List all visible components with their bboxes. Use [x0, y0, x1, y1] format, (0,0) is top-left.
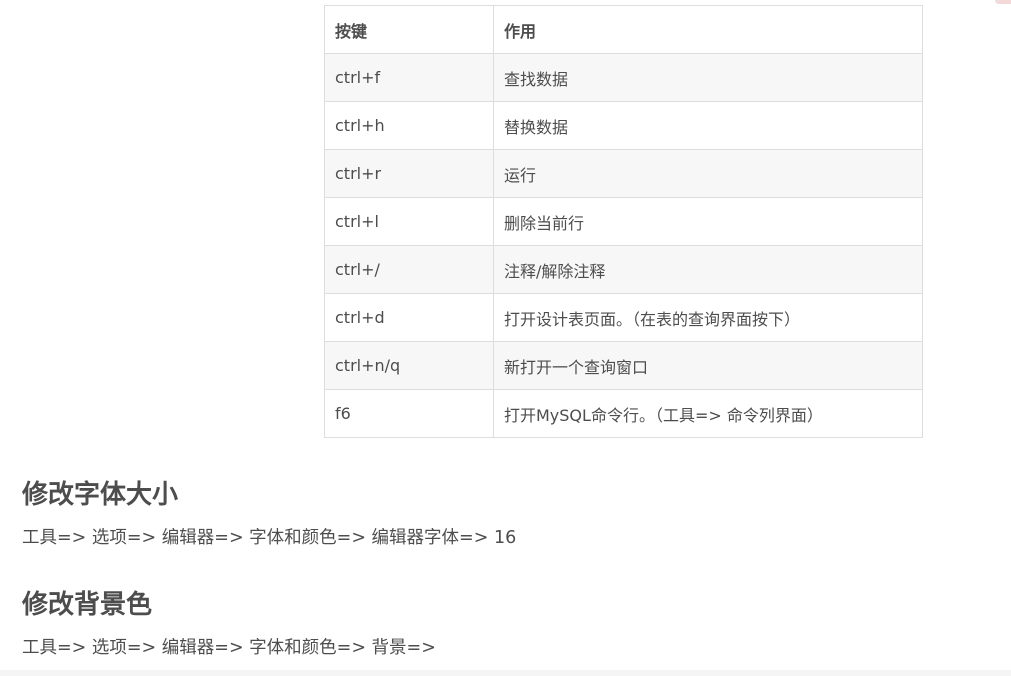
- column-header-action: 作用: [493, 5, 923, 54]
- shortcut-action-cell: 替换数据: [493, 101, 923, 150]
- section-text-font-size: 工具=> 选项=> 编辑器=> 字体和颜色=> 编辑器字体=> 16: [22, 528, 517, 548]
- shortcut-action-cell: 注释/解除注释: [493, 245, 923, 294]
- column-header-key: 按键: [324, 5, 494, 54]
- shortcut-key-cell: ctrl+n/q: [324, 341, 494, 390]
- shortcut-key-cell: ctrl+l: [324, 197, 494, 246]
- shortcut-key-cell: ctrl+d: [324, 293, 494, 342]
- shortcut-table: 按键 作用 ctrl+f 查找数据 ctrl+h 替换数据 ctrl+r 运行 …: [324, 5, 923, 438]
- corner-decoration: [995, 0, 1011, 4]
- shortcut-action-cell: 运行: [493, 149, 923, 198]
- shortcut-key-cell: f6: [324, 389, 494, 438]
- shortcut-key-cell: ctrl+r: [324, 149, 494, 198]
- table-row: ctrl+f 查找数据: [324, 53, 923, 102]
- article-page: 按键 作用 ctrl+f 查找数据 ctrl+h 替换数据 ctrl+r 运行 …: [0, 0, 1011, 676]
- shortcut-key-cell: ctrl+f: [324, 53, 494, 102]
- table-row: f6 打开MySQL命令行。（工具=> 命令列界面）: [324, 389, 923, 438]
- shortcut-key-cell: ctrl+/: [324, 245, 494, 294]
- shortcut-key-cell: ctrl+h: [324, 101, 494, 150]
- shortcut-action-cell: 删除当前行: [493, 197, 923, 246]
- table-row: ctrl+h 替换数据: [324, 101, 923, 150]
- section-text-background-color: 工具=> 选项=> 编辑器=> 字体和颜色=> 背景=>: [22, 638, 436, 658]
- shortcut-action-cell: 新打开一个查询窗口: [493, 341, 923, 390]
- shortcut-action-cell: 打开MySQL命令行。（工具=> 命令列界面）: [493, 389, 923, 438]
- bottom-divider: [0, 670, 1011, 676]
- section-heading-background-color: 修改背景色: [22, 590, 153, 620]
- table-header-row: 按键 作用: [324, 5, 923, 54]
- table-row: ctrl+/ 注释/解除注释: [324, 245, 923, 294]
- shortcut-action-cell: 查找数据: [493, 53, 923, 102]
- table-row: ctrl+r 运行: [324, 149, 923, 198]
- table-row: ctrl+d 打开设计表页面。（在表的查询界面按下）: [324, 293, 923, 342]
- table-row: ctrl+l 删除当前行: [324, 197, 923, 246]
- shortcut-action-cell: 打开设计表页面。（在表的查询界面按下）: [493, 293, 923, 342]
- section-heading-font-size: 修改字体大小: [22, 480, 179, 510]
- table-row: ctrl+n/q 新打开一个查询窗口: [324, 341, 923, 390]
